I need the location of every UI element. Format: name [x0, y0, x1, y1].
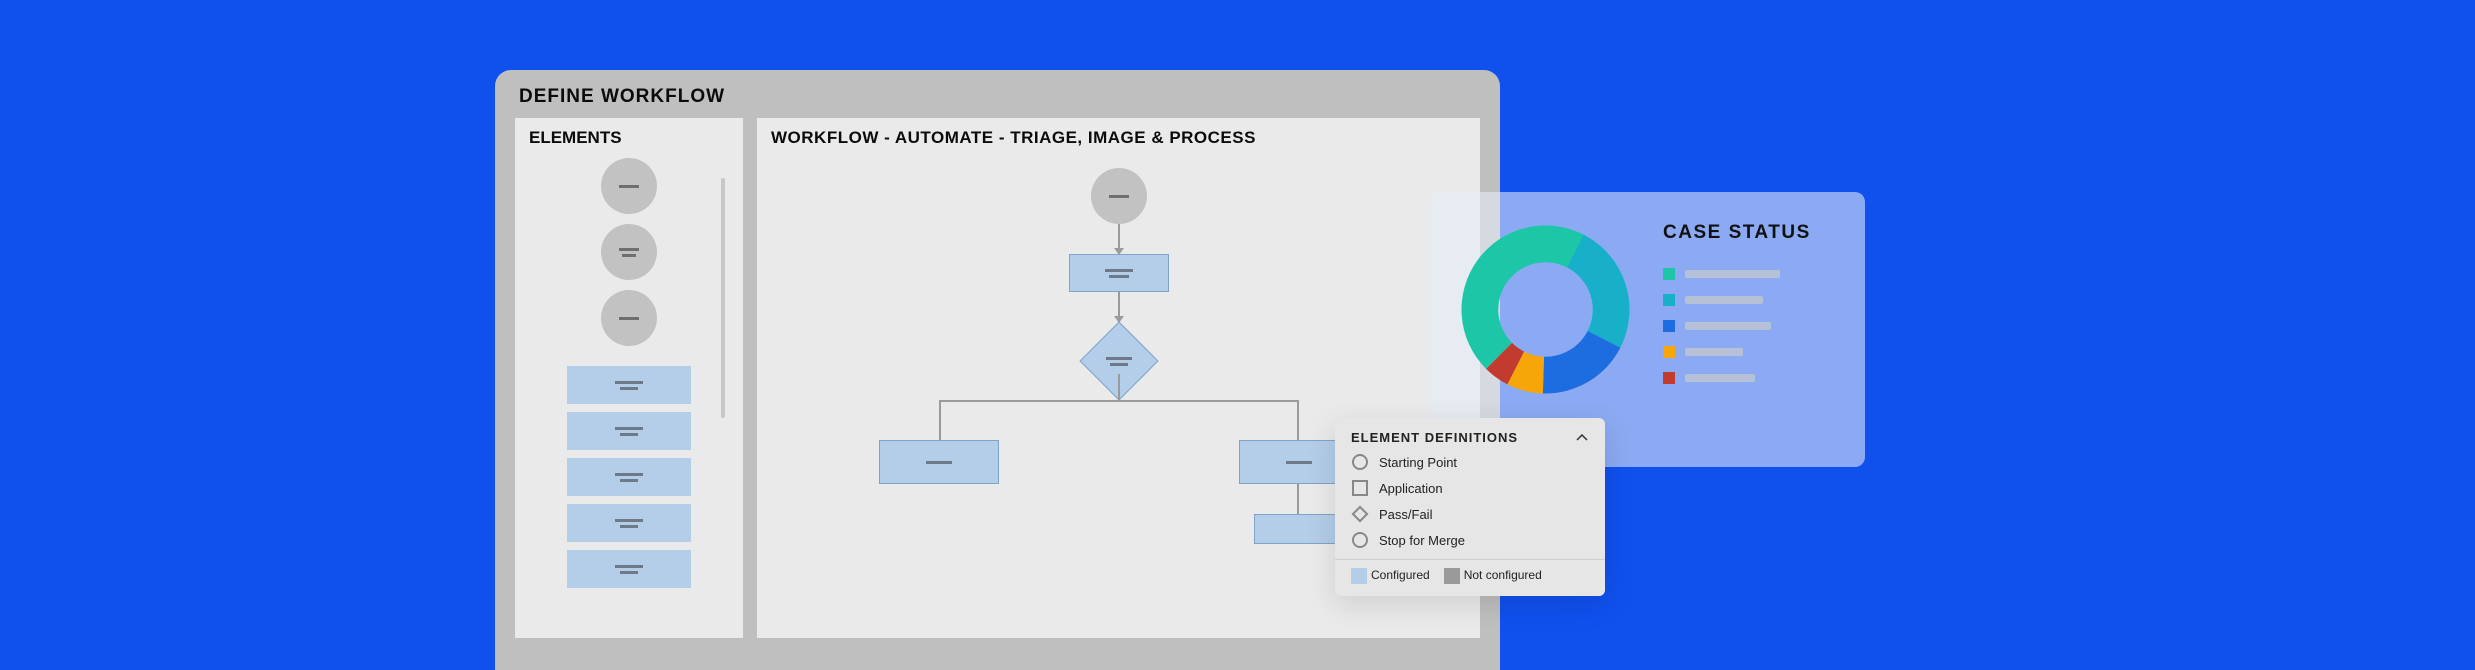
definitions-legend: Configured Not configured [1335, 559, 1605, 596]
elements-panel: ELEMENTS [515, 118, 743, 638]
case-status-legend [1663, 268, 1837, 384]
flow-connector [1118, 224, 1120, 254]
flow-step-node[interactable] [1254, 514, 1344, 544]
legend-swatch [1663, 268, 1675, 280]
legend-placeholder [1685, 296, 1763, 304]
definition-item: Stop for Merge [1351, 531, 1589, 549]
legend-row [1663, 372, 1837, 384]
element-circle[interactable] [601, 290, 657, 346]
element-circle[interactable] [601, 224, 657, 280]
canvas-title: WORKFLOW - AUTOMATE - TRIAGE, IMAGE & PR… [771, 128, 1466, 148]
case-status-donut-chart [1458, 222, 1633, 397]
case-status-title: CASE STATUS [1663, 222, 1837, 244]
flow-connector [1118, 292, 1120, 322]
legend-row [1663, 294, 1837, 306]
definition-label: Pass/Fail [1379, 507, 1432, 522]
element-rect[interactable] [567, 412, 691, 450]
legend-row [1663, 268, 1837, 280]
donut-segment[interactable] [1567, 235, 1630, 348]
definition-label: Starting Point [1379, 455, 1457, 470]
flow-branch [904, 400, 1334, 510]
definition-item: Starting Point [1351, 453, 1589, 471]
legend-placeholder [1685, 348, 1743, 356]
element-rect[interactable] [567, 550, 691, 588]
element-circle[interactable] [601, 158, 657, 214]
not-configured-label: Not configured [1464, 568, 1542, 582]
element-rect[interactable] [567, 504, 691, 542]
definitions-title: ELEMENT DEFINITIONS [1351, 430, 1518, 445]
square-icon [1351, 479, 1369, 497]
circle-icon [1351, 531, 1369, 549]
not-configured-swatch [1444, 568, 1460, 584]
legend-swatch [1663, 346, 1675, 358]
legend-swatch [1663, 372, 1675, 384]
flow-start-node[interactable] [1091, 168, 1147, 224]
legend-placeholder [1685, 270, 1780, 278]
legend-swatch [1663, 294, 1675, 306]
definition-item: Pass/Fail [1351, 505, 1589, 523]
legend-swatch [1663, 320, 1675, 332]
element-definitions-popover: ELEMENT DEFINITIONS Starting Point Applic… [1335, 418, 1605, 596]
legend-row [1663, 320, 1837, 332]
flow-step-node[interactable] [879, 440, 999, 484]
legend-row [1663, 346, 1837, 358]
elements-list [515, 158, 743, 588]
element-rect[interactable] [567, 366, 691, 404]
legend-placeholder [1685, 322, 1771, 330]
definition-item: Application [1351, 479, 1589, 497]
diamond-icon [1351, 505, 1369, 523]
circle-icon [1351, 453, 1369, 471]
collapse-icon[interactable] [1575, 431, 1589, 445]
definition-label: Stop for Merge [1379, 533, 1465, 548]
donut-segment[interactable] [1462, 226, 1584, 369]
element-rect[interactable] [567, 458, 691, 496]
elements-panel-header: ELEMENTS [515, 118, 743, 158]
configured-swatch [1351, 568, 1367, 584]
legend-placeholder [1685, 374, 1755, 382]
definition-label: Application [1379, 481, 1443, 496]
flow-step-node[interactable] [1069, 254, 1169, 292]
panel-scrollbar[interactable] [721, 178, 725, 418]
configured-label: Configured [1371, 568, 1430, 582]
workflow-flow [904, 168, 1334, 510]
window-title: DEFINE WORKFLOW [495, 70, 1500, 118]
